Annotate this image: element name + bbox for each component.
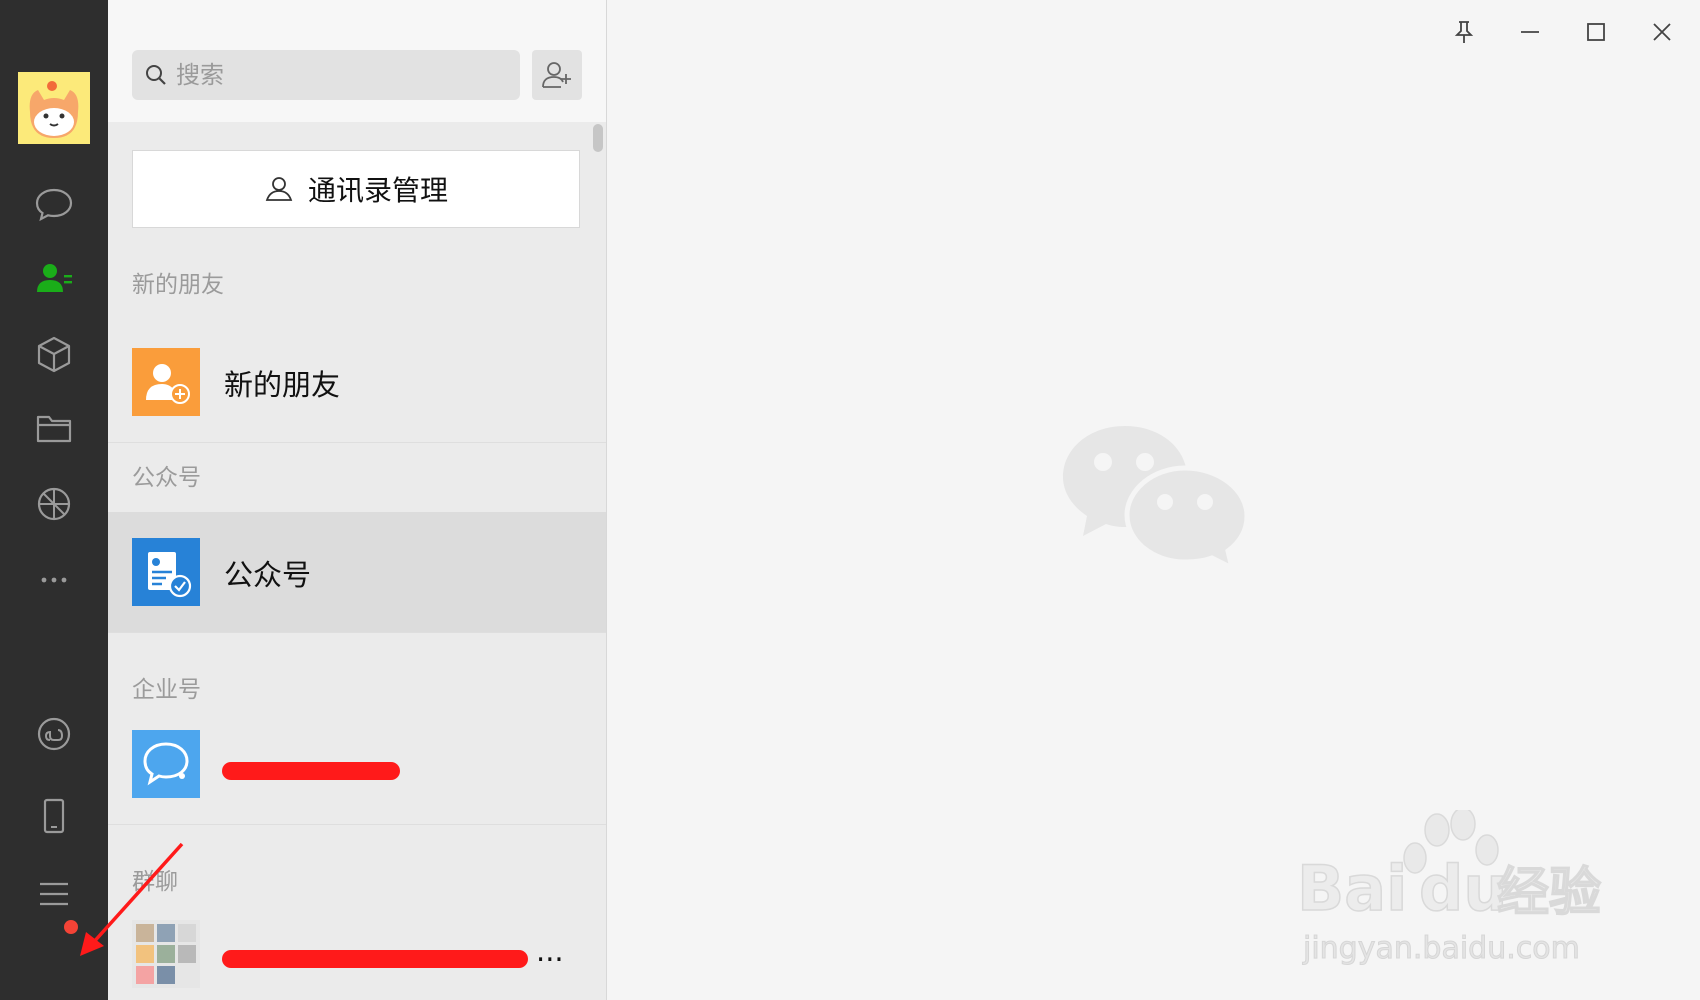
svg-text:经验: 经验 (1497, 863, 1601, 923)
list-scrollbar[interactable] (593, 124, 603, 152)
list-item-name: 公众号 (224, 558, 312, 592)
moments-icon[interactable] (26, 476, 82, 532)
divider (108, 442, 606, 443)
folder-icon[interactable] (26, 400, 82, 456)
list-item-enterprise[interactable] (108, 704, 606, 824)
avatar[interactable] (18, 72, 90, 144)
svg-text:jingyan.baidu.com: jingyan.baidu.com (1302, 931, 1580, 966)
wechat-logo-icon (1063, 426, 1250, 573)
official-account-icon (132, 538, 200, 606)
annotation-arrow (80, 842, 184, 956)
divider (108, 824, 606, 825)
pin-button[interactable] (1441, 10, 1487, 54)
section-title-official-accounts: 公众号 (132, 465, 201, 491)
maximize-icon (1587, 23, 1605, 41)
box-icon[interactable] (26, 326, 82, 382)
contacts-manage-button[interactable]: 通讯录管理 (132, 150, 580, 228)
pin-icon (1454, 21, 1474, 43)
section-title-new-friends: 新的朋友 (132, 272, 224, 298)
contacts-icon[interactable] (26, 250, 82, 306)
mini-program-icon[interactable] (26, 706, 82, 762)
search-bar (108, 0, 606, 122)
baidu-watermark-logo: Bai du 经验 jingyan.baidu.com (1297, 810, 1602, 967)
list-item-name: 新的朋友 (224, 368, 341, 402)
new-friend-icon (132, 348, 200, 416)
search-input[interactable] (174, 60, 478, 90)
redaction-mark (222, 762, 400, 780)
manage-label: 通讯录管理 (307, 174, 448, 207)
phone-icon[interactable] (26, 788, 82, 844)
list-item-new-friends[interactable]: 新的朋友 (108, 322, 606, 442)
list-item-name: ... (536, 934, 564, 968)
person-outline-icon (264, 174, 294, 204)
section-title-enterprise: 企业号 (132, 677, 201, 703)
add-contact-icon (542, 62, 571, 88)
add-contact-button[interactable] (532, 50, 582, 100)
main-panel: Bai du 经验 jingyan.baidu.com (607, 0, 1700, 1000)
maximize-button[interactable] (1573, 10, 1619, 54)
close-button[interactable] (1639, 10, 1685, 54)
minimize-icon (1521, 31, 1539, 33)
more-icon[interactable] (26, 552, 82, 608)
divider (108, 632, 606, 633)
minimize-button[interactable] (1507, 10, 1553, 54)
search-box[interactable] (132, 50, 520, 100)
redaction-mark (222, 950, 528, 968)
svg-text:du: du (1419, 852, 1508, 925)
svg-text:Bai: Bai (1297, 852, 1407, 925)
list-item-official-accounts[interactable]: 公众号 (108, 512, 606, 632)
search-icon (144, 63, 168, 87)
chat-icon[interactable] (26, 176, 82, 232)
close-icon (1653, 23, 1671, 41)
enterprise-chat-icon (132, 730, 200, 798)
